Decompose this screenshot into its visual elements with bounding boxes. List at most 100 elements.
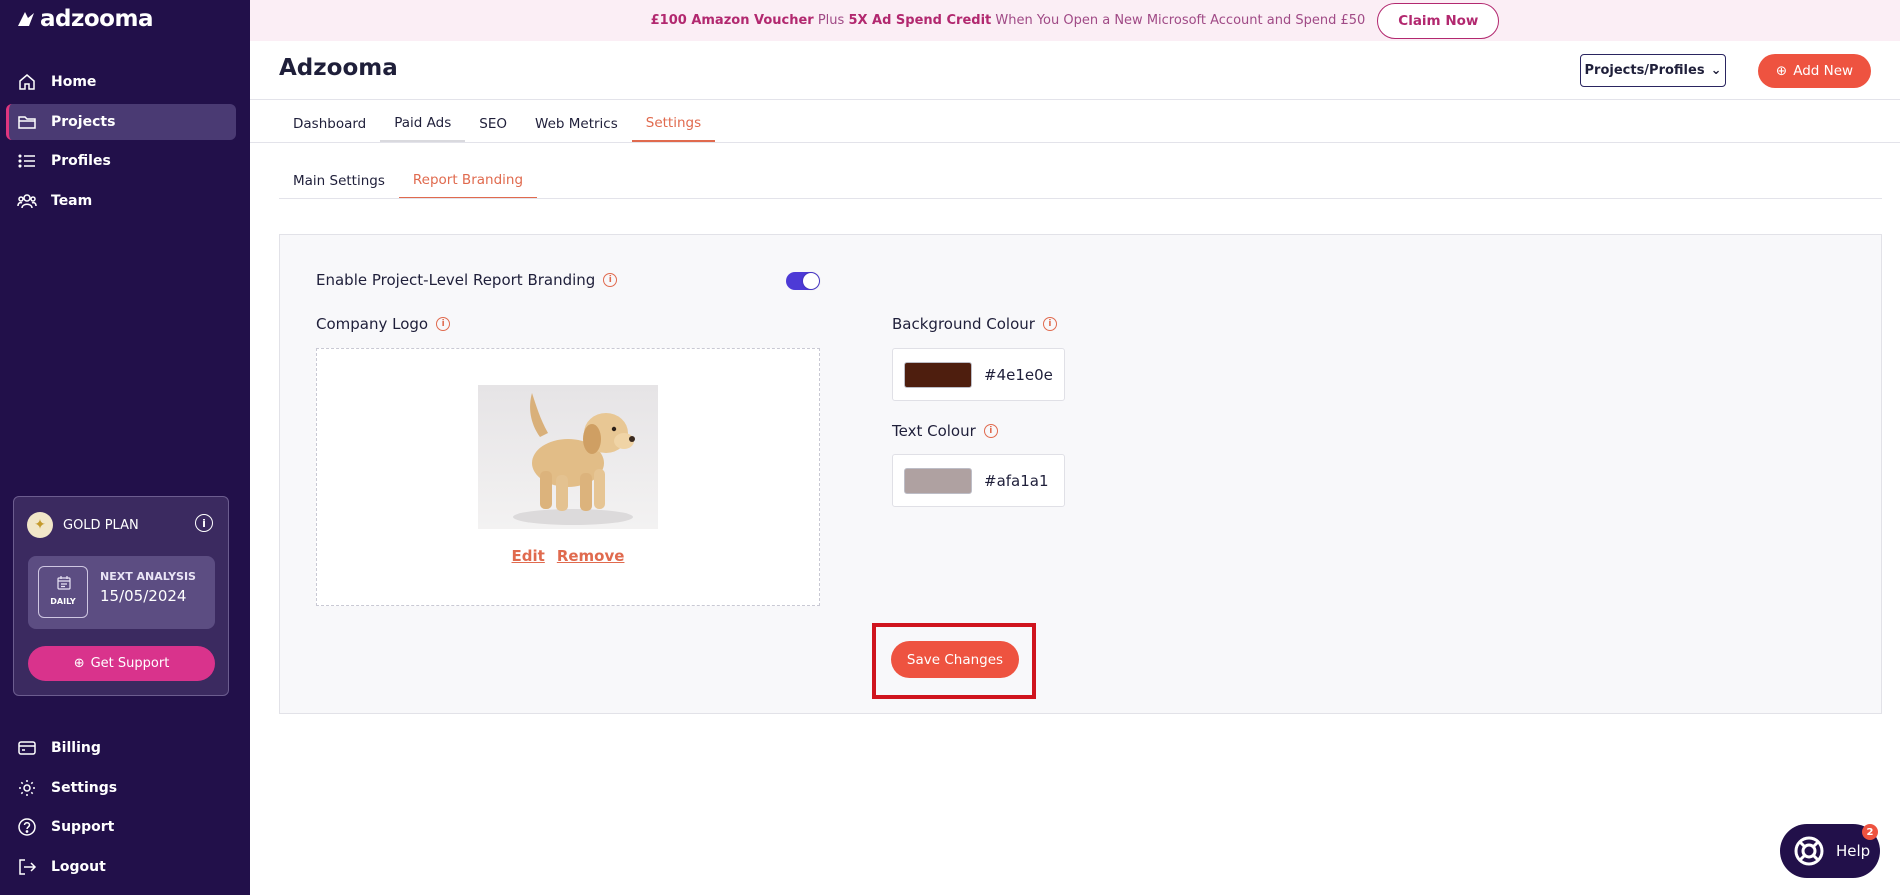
calendar-icon (57, 576, 71, 590)
sidebar-item-billing[interactable]: Billing (6, 730, 236, 766)
enable-branding-label: Enable Project-Level Report Branding (316, 271, 596, 289)
add-new-label: Add New (1793, 63, 1854, 79)
text-colour-field[interactable]: #afa1a1 (892, 454, 1065, 507)
logo-mark-icon (18, 12, 34, 26)
sidebar-item-label: Profiles (51, 153, 111, 169)
promo-text: £100 Amazon Voucher Plus 5X Ad Spend Cre… (651, 13, 1366, 28)
analysis-frequency: DAILY (50, 597, 76, 606)
main-tabs: Dashboard Paid Ads SEO Web Metrics Setti… (279, 106, 716, 142)
sidebar-item-settings[interactable]: Settings (6, 770, 236, 806)
logo-actions: Edit Remove (317, 547, 819, 565)
help-circle-icon (18, 818, 36, 836)
text-colour-swatch[interactable] (904, 467, 972, 494)
tab-dashboard[interactable]: Dashboard (279, 106, 380, 142)
help-label: Help (1836, 842, 1871, 860)
list-icon (18, 154, 35, 168)
info-icon[interactable]: i (603, 273, 618, 287)
tab-paid-ads[interactable]: Paid Ads (380, 106, 466, 142)
report-branding-panel: Enable Project-Level Report Branding i C… (279, 234, 1882, 714)
projects-profiles-dropdown[interactable]: Projects/Profiles ⌄ (1580, 54, 1726, 87)
sidebar-item-logout[interactable]: Logout (6, 849, 236, 885)
promo-plus: Plus (813, 13, 849, 28)
promo-terms: When You Open a New Microsoft Account an… (991, 13, 1366, 28)
lifebuoy-icon (1794, 836, 1824, 866)
header-divider (250, 99, 1900, 100)
folder-icon (18, 115, 36, 129)
enable-branding-toggle[interactable] (786, 272, 820, 290)
sidebar-item-support[interactable]: Support (6, 809, 236, 845)
app-root: adzooma Home Projects Profiles Team ✦ GO… (0, 0, 1900, 895)
save-changes-button[interactable]: Save Changes (891, 641, 1019, 678)
text-colour-row: Text Colour i (892, 422, 998, 440)
promo-credit: 5X Ad Spend Credit (848, 13, 992, 28)
sidebar-item-profiles[interactable]: Profiles (6, 143, 236, 179)
plus-circle-icon: ⊕ (1775, 63, 1788, 79)
subtab-report-branding[interactable]: Report Branding (398, 163, 538, 199)
company-logo-image (478, 385, 658, 529)
logout-icon (19, 858, 37, 875)
plan-info-icon[interactable]: i (195, 514, 213, 532)
team-icon (17, 193, 37, 208)
sidebar-item-label: Settings (51, 779, 118, 796)
next-analysis-box: DAILY NEXT ANALYSIS 15/05/2024 (28, 556, 215, 629)
gear-icon (19, 779, 35, 796)
sidebar-nav: Home Projects Profiles Team (6, 64, 236, 222)
background-colour-label: Background Colour (892, 315, 1035, 333)
subtab-main-settings[interactable]: Main Settings (279, 163, 399, 199)
sidebar-bottom-nav: Billing Settings Support Logout (6, 730, 236, 888)
enable-branding-row: Enable Project-Level Report Branding i (316, 271, 618, 289)
tab-settings[interactable]: Settings (631, 106, 716, 142)
help-notification-badge: 2 (1862, 824, 1878, 840)
next-analysis-label: NEXT ANALYSIS (100, 570, 196, 583)
claim-now-button[interactable]: Claim Now (1377, 2, 1500, 39)
edit-logo-link[interactable]: Edit (512, 547, 545, 565)
sidebar: adzooma Home Projects Profiles Team ✦ GO… (0, 0, 250, 895)
text-colour-label: Text Colour (892, 422, 976, 440)
get-support-label: Get Support (90, 656, 170, 671)
get-support-button[interactable]: ⊕ Get Support (28, 646, 215, 681)
rocket-icon: ✦ (27, 512, 53, 538)
sidebar-item-label: Billing (51, 740, 101, 756)
promo-voucher: £100 Amazon Voucher (650, 13, 814, 28)
tab-seo[interactable]: SEO (465, 106, 521, 142)
info-icon[interactable]: i (1042, 317, 1057, 331)
text-colour-value: #afa1a1 (984, 471, 1049, 490)
info-icon[interactable]: i (436, 317, 451, 331)
info-icon[interactable]: i (983, 424, 998, 438)
promo-banner: £100 Amazon Voucher Plus 5X Ad Spend Cre… (250, 0, 1900, 41)
upload-circle-icon: ⊕ (73, 656, 85, 671)
sidebar-item-label: Team (51, 192, 93, 209)
billing-icon (18, 741, 36, 755)
tabs-divider (250, 142, 1900, 143)
plan-name: GOLD PLAN (63, 517, 139, 533)
background-colour-swatch[interactable] (904, 361, 972, 388)
settings-subtabs: Main Settings Report Branding (279, 163, 538, 199)
next-analysis-date: 15/05/2024 (100, 587, 187, 605)
company-logo-row: Company Logo i (316, 315, 451, 333)
logo-upload-area[interactable]: Edit Remove (316, 348, 820, 606)
sidebar-item-label: Home (51, 74, 97, 90)
page-title: Adzooma (279, 55, 398, 81)
background-colour-field[interactable]: #4e1e0e (892, 348, 1065, 401)
subtabs-divider (279, 198, 1882, 199)
dropdown-label: Projects/Profiles (1584, 63, 1705, 78)
sidebar-item-projects[interactable]: Projects (6, 103, 236, 140)
chevron-down-icon: ⌄ (1710, 63, 1722, 78)
adzooma-logo[interactable]: adzooma (16, 6, 153, 32)
sidebar-item-label: Logout (51, 858, 106, 875)
tab-web-metrics[interactable]: Web Metrics (521, 106, 632, 142)
calendar-badge: DAILY (38, 566, 88, 618)
home-icon (19, 74, 35, 90)
background-colour-row: Background Colour i (892, 315, 1057, 333)
remove-logo-link[interactable]: Remove (557, 547, 625, 565)
logo-text: adzooma (40, 6, 153, 32)
sidebar-item-label: Projects (51, 113, 116, 130)
plan-card: ✦ GOLD PLAN i DAILY NEXT ANALYSIS 15/05/… (13, 496, 229, 696)
sidebar-item-label: Support (51, 819, 115, 835)
add-new-button[interactable]: ⊕ Add New (1758, 54, 1871, 88)
company-logo-label: Company Logo (316, 315, 429, 333)
background-colour-value: #4e1e0e (984, 365, 1053, 384)
sidebar-item-home[interactable]: Home (6, 64, 236, 100)
plan-header: ✦ GOLD PLAN (27, 512, 217, 538)
sidebar-item-team[interactable]: Team (6, 183, 236, 219)
